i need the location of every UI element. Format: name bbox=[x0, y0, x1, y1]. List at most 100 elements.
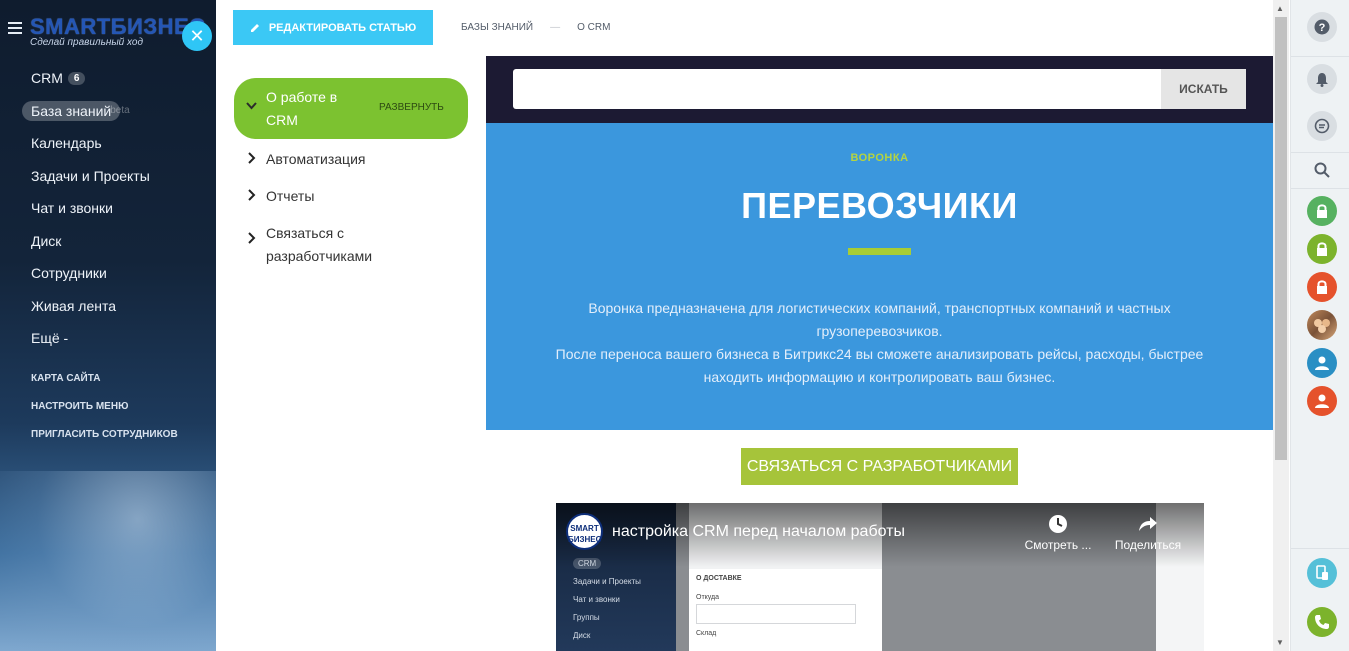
breadcrumb: БАЗЫ ЗНАНИЙ — О CRM bbox=[461, 22, 610, 33]
hero-description-line-2: После переноса вашего бизнеса в Битрикс2… bbox=[555, 346, 1204, 385]
left-sidebar: SMARTБИЗНЕС Сделай правильный ход CRM 6 … bbox=[0, 0, 216, 651]
video-channel-logo-text: SMART БИЗНЕС bbox=[568, 524, 602, 544]
svg-text:?: ? bbox=[1319, 22, 1326, 34]
chevron-down-icon[interactable] bbox=[246, 100, 257, 111]
video-inner-menu-item: Чат и звонки bbox=[573, 595, 620, 604]
edit-article-label: РЕДАКТИРОВАТЬ СТАТЬЮ bbox=[268, 21, 417, 34]
sidebar-item-label: Чат и звонки bbox=[31, 200, 113, 217]
share-icon bbox=[1139, 517, 1157, 531]
bell-icon[interactable] bbox=[1307, 64, 1337, 94]
tree-item-label: Отчеты bbox=[266, 188, 315, 204]
sidebar-item-label: Календарь bbox=[31, 135, 102, 152]
hero-title: ПЕРЕВОЗЧИКИ bbox=[741, 185, 1018, 226]
tree-item-reports[interactable]: Отчеты bbox=[234, 185, 468, 208]
share-label: Поделиться bbox=[1114, 538, 1182, 552]
search-band: ИСКАТЬ bbox=[486, 56, 1273, 123]
invite-employees-link[interactable]: ПРИГЛАСИТЬ СОТРУДНИКОВ bbox=[31, 429, 211, 440]
hero-description-line-1: Воронка предназначена для логистических … bbox=[588, 300, 1171, 339]
user-icon[interactable] bbox=[1307, 386, 1337, 416]
sidebar-nav: CRM 6 База знаний beta Календарь Задачи … bbox=[0, 62, 216, 355]
tree-item-contact-developers[interactable]: Связаться с разработчиками bbox=[234, 222, 434, 268]
tree-item-label: Автоматизация bbox=[266, 151, 366, 167]
divider bbox=[1291, 548, 1349, 549]
hero-section: ВОРОНКА ПЕРЕВОЗЧИКИ Воронка предназначен… bbox=[486, 123, 1273, 430]
pencil-icon bbox=[250, 23, 259, 32]
video-title[interactable]: настройка CRM перед началом работы bbox=[612, 523, 905, 541]
beta-badge: beta bbox=[110, 105, 130, 117]
article-tree: О работе в CRM РАЗВЕРНУТЬ Автоматизация … bbox=[234, 78, 468, 268]
tree-item-automation[interactable]: Автоматизация bbox=[234, 148, 468, 171]
menu-burger-icon[interactable] bbox=[8, 22, 22, 34]
video-inner-menu-item: Задачи и Проекты bbox=[573, 577, 641, 586]
lock-icon[interactable] bbox=[1307, 196, 1337, 226]
watch-later-button[interactable]: Смотреть ... bbox=[1018, 513, 1098, 552]
clock-icon bbox=[1049, 515, 1067, 533]
phone-icon[interactable] bbox=[1307, 607, 1337, 637]
right-toolbar: ? bbox=[1290, 0, 1349, 651]
chat-icon[interactable] bbox=[1307, 111, 1337, 141]
breadcrumb-separator: — bbox=[550, 22, 561, 33]
hero-kicker: ВОРОНКА bbox=[850, 152, 909, 164]
sidebar-item-feed[interactable]: Живая лента bbox=[0, 290, 216, 323]
sidebar-item-label: Диск bbox=[31, 232, 62, 249]
video-channel-logo[interactable]: SMART БИЗНЕС bbox=[566, 513, 603, 550]
video-inner-form-label: Склад bbox=[696, 630, 717, 637]
hero-divider bbox=[848, 248, 911, 255]
edit-article-button[interactable]: РЕДАКТИРОВАТЬ СТАТЬЮ bbox=[233, 10, 433, 45]
video-inner-form-field bbox=[696, 604, 856, 624]
sidebar-item-label: Задачи и Проекты bbox=[31, 167, 150, 184]
crm-counter-badge: 6 bbox=[67, 71, 86, 85]
scroll-up-icon[interactable]: ▲ bbox=[1276, 4, 1284, 13]
chevron-right-icon[interactable] bbox=[247, 152, 256, 164]
user-icon[interactable] bbox=[1307, 348, 1337, 378]
group-avatar-icon[interactable] bbox=[1307, 310, 1337, 340]
video-inner-menu-item: Диск bbox=[573, 631, 591, 640]
video-player[interactable]: CRM Задачи и Проекты Чат и звонки Группы… bbox=[556, 503, 1204, 651]
search-icon[interactable] bbox=[1307, 155, 1337, 185]
video-inner-form-header: О ДОСТАВКЕ bbox=[696, 575, 742, 582]
sidebar-item-label: Живая лента bbox=[31, 297, 117, 314]
hero-description: Воронка предназначена для логистических … bbox=[526, 297, 1233, 389]
tree-item-label: Связаться с разработчиками bbox=[266, 225, 373, 264]
sidebar-item-label: CRM bbox=[31, 70, 63, 87]
sidebar-item-chat[interactable]: Чат и звонки bbox=[0, 192, 216, 225]
divider bbox=[1291, 188, 1349, 189]
help-icon[interactable]: ? bbox=[1307, 12, 1337, 42]
sidebar-item-label: База знаний bbox=[22, 100, 121, 121]
search-input[interactable] bbox=[513, 69, 1161, 109]
company-logo[interactable]: SMARTБИЗНЕС Сделай правильный ход bbox=[30, 14, 206, 48]
lock-icon[interactable] bbox=[1307, 234, 1337, 264]
chevron-right-icon[interactable] bbox=[247, 189, 256, 201]
search-button[interactable]: ИСКАТЬ bbox=[1161, 69, 1246, 109]
video-inner-form-card: О ДОСТАВКЕ Откуда Склад bbox=[689, 569, 882, 651]
sidebar-item-label: Ещё - bbox=[31, 330, 69, 347]
expand-button[interactable]: РАЗВЕРНУТЬ bbox=[379, 102, 444, 113]
page-scrollbar-thumb[interactable] bbox=[1275, 17, 1287, 460]
sidebar-item-label: Сотрудники bbox=[31, 265, 107, 282]
sidebar-item-knowledge-base[interactable]: База знаний beta bbox=[0, 95, 216, 128]
sidebar-item-disk[interactable]: Диск bbox=[0, 225, 216, 258]
sidebar-item-more[interactable]: Ещё - bbox=[0, 322, 216, 355]
tree-item-active[interactable]: О работе в CRM РАЗВЕРНУТЬ bbox=[234, 78, 468, 139]
sitemap-link[interactable]: КАРТА САЙТА bbox=[31, 373, 211, 384]
lock-icon[interactable] bbox=[1307, 272, 1337, 302]
video-inner-menu-item: Группы bbox=[573, 613, 600, 622]
watch-later-label: Смотреть ... bbox=[1024, 538, 1092, 552]
scroll-down-icon[interactable]: ▼ bbox=[1276, 638, 1284, 647]
configure-menu-link[interactable]: НАСТРОИТЬ МЕНЮ bbox=[31, 401, 211, 412]
sidebar-item-employees[interactable]: Сотрудники bbox=[0, 257, 216, 290]
contact-developers-button[interactable]: СВЯЗАТЬСЯ С РАЗРАБОТЧИКАМИ bbox=[741, 448, 1018, 485]
divider bbox=[1291, 56, 1349, 57]
divider bbox=[1291, 152, 1349, 153]
sidebar-item-crm[interactable]: CRM 6 bbox=[0, 62, 216, 95]
share-button[interactable]: Поделиться bbox=[1108, 513, 1188, 552]
tree-item-label: О работе в CRM bbox=[266, 89, 338, 128]
breadcrumb-about-crm[interactable]: О CRM bbox=[577, 22, 610, 33]
screen-share-icon[interactable] bbox=[1307, 558, 1337, 588]
close-icon[interactable]: ✕ bbox=[182, 21, 212, 51]
video-inner-form-label: Откуда bbox=[696, 594, 720, 601]
sidebar-item-calendar[interactable]: Календарь bbox=[0, 127, 216, 160]
sidebar-item-tasks[interactable]: Задачи и Проекты bbox=[0, 160, 216, 193]
chevron-right-icon[interactable] bbox=[247, 232, 256, 244]
breadcrumb-knowledge-bases[interactable]: БАЗЫ ЗНАНИЙ bbox=[461, 22, 533, 33]
